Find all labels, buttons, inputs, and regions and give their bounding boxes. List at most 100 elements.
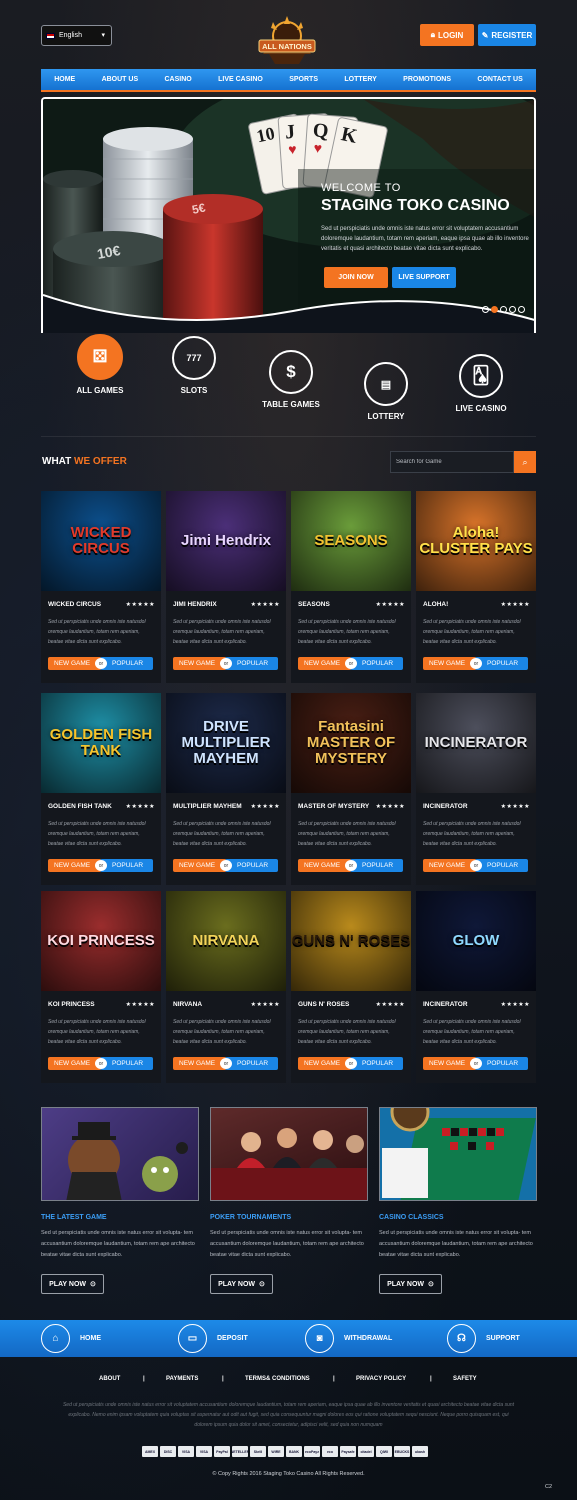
search-input[interactable] — [390, 451, 514, 473]
game-thumbnail[interactable]: GUNS N' ROSES — [291, 891, 411, 991]
quick-deposit[interactable]: ▭ DEPOSIT — [178, 1324, 248, 1353]
site-logo[interactable]: ALL NATIONS — [255, 14, 319, 68]
join-now-button[interactable]: JOIN NOW — [324, 267, 388, 288]
popular-button[interactable]: POPULAR — [350, 1057, 403, 1070]
popular-button[interactable]: POPULAR — [225, 859, 278, 872]
nav-item-casino[interactable]: CASINO — [165, 76, 192, 83]
game-card: Jimi Hendrix JIMI HENDRIX ★★★★★ Sed ut pers… — [166, 491, 286, 683]
game-thumbnail[interactable]: GOLDEN FISH TANK — [41, 693, 161, 793]
or-badge: or — [95, 658, 107, 669]
category-slots[interactable]: 777 SLOTS — [168, 336, 220, 395]
game-thumbnail[interactable]: INCINERATOR — [416, 693, 536, 793]
category-live-casino[interactable]: 🂡 LIVE CASINO — [452, 354, 510, 413]
game-card: WICKED CIRCUS WICKED CIRCUS ★★★★★ Sed ut pe… — [41, 491, 161, 683]
new-game-button[interactable]: NEW GAME — [298, 859, 352, 872]
new-game-button[interactable]: NEW GAME — [48, 657, 102, 670]
popular-button[interactable]: POPULAR — [100, 1057, 153, 1070]
promo-image[interactable] — [41, 1107, 199, 1201]
star-rating: ★★★★★ — [375, 804, 405, 810]
game-thumbnail[interactable]: DRIVE MULTIPLIER MAYHEM — [166, 693, 286, 793]
footer-link-about[interactable]: ABOUT — [99, 1376, 120, 1382]
nav-item-promotions[interactable]: PROMOTIONS — [403, 76, 451, 83]
quick-home[interactable]: ⌂ HOME — [41, 1324, 101, 1353]
category-all-games[interactable]: ⚄ ALL GAMES — [74, 334, 126, 395]
slider-dot[interactable] — [509, 306, 516, 313]
casino-chip-icon: $ — [269, 350, 313, 394]
footer-link-terms[interactable]: TERMS& CONDITIONS — [245, 1376, 310, 1382]
or-badge: or — [220, 860, 232, 871]
login-button[interactable]: 🔒︎ LOGIN — [420, 24, 474, 46]
nav-item-contact-us[interactable]: CONTACT US — [477, 76, 522, 83]
live-support-button[interactable]: LIVE SUPPORT — [392, 267, 456, 288]
game-thumbnail[interactable]: Jimi Hendrix — [166, 491, 286, 591]
register-button[interactable]: ✎ REGISTER — [478, 24, 536, 46]
popular-button[interactable]: POPULAR — [475, 859, 528, 872]
new-game-button[interactable]: NEW GAME — [48, 1057, 102, 1070]
game-card: NIRVANA NIRVANA ★★★★★ Sed ut perspiciatis u… — [166, 891, 286, 1083]
new-game-button[interactable]: NEW GAME — [48, 859, 102, 872]
game-thumbnail[interactable]: GLOW — [416, 891, 536, 991]
promo-image[interactable] — [379, 1107, 537, 1201]
promo-image[interactable] — [210, 1107, 368, 1201]
game-art-title: Fantasini MASTER OF MYSTERY — [306, 718, 396, 767]
category-lottery[interactable]: ▤ LOTTERY — [360, 362, 412, 421]
popular-button[interactable]: POPULAR — [475, 1057, 528, 1070]
quick-withdrawal[interactable]: ◙ WITHDRAWAL — [305, 1324, 392, 1353]
popular-button[interactable]: POPULAR — [350, 859, 403, 872]
star-rating: ★★★★★ — [125, 804, 155, 810]
game-thumbnail[interactable]: KOI PRINCESS — [41, 891, 161, 991]
popular-button[interactable]: POPULAR — [100, 859, 153, 872]
game-card: DRIVE MULTIPLIER MAYHEM MULTIPLIER MAYHEM… — [166, 693, 286, 885]
play-circle-icon: ⊙ — [259, 1281, 265, 1288]
popular-button[interactable]: POPULAR — [225, 657, 278, 670]
play-now-button[interactable]: PLAY NOW ⊙ — [379, 1274, 442, 1294]
new-game-button[interactable]: NEW GAME — [173, 859, 227, 872]
nav-item-home[interactable]: HOME — [54, 76, 75, 83]
slider-dot[interactable] — [482, 306, 489, 313]
slider-dot[interactable] — [491, 306, 498, 313]
footer-link-safety[interactable]: SAFETY — [453, 1376, 477, 1382]
popular-button[interactable]: POPULAR — [475, 657, 528, 670]
game-description: Sed ut perspiciatis unde omnis iste natu… — [173, 1019, 271, 1045]
nav-item-sports[interactable]: SPORTS — [289, 76, 318, 83]
game-search: ⌕ — [390, 451, 536, 473]
game-name: JIMI HENDRIX — [173, 601, 217, 608]
payment-logo: Paysafe — [340, 1446, 356, 1457]
new-game-button[interactable]: NEW GAME — [423, 657, 477, 670]
game-thumbnail[interactable]: WICKED CIRCUS — [41, 491, 161, 591]
footer-link-payments[interactable]: PAYMENTS — [166, 1376, 198, 1382]
new-game-button[interactable]: NEW GAME — [298, 1057, 352, 1070]
slider-dot[interactable] — [500, 306, 507, 313]
search-icon[interactable]: ⌕ — [514, 451, 536, 473]
star-rating: ★★★★★ — [500, 602, 530, 608]
game-art-title: DRIVE MULTIPLIER MAYHEM — [181, 718, 271, 767]
slider-dots — [482, 306, 525, 313]
language-select[interactable]: English ▾ — [41, 25, 112, 46]
new-game-button[interactable]: NEW GAME — [173, 1057, 227, 1070]
game-description: Sed ut perspiciatis unde omnis iste natu… — [173, 821, 271, 847]
payment-logo: citadel — [358, 1446, 374, 1457]
play-now-button[interactable]: PLAY NOW ⊙ — [41, 1274, 104, 1294]
quick-support[interactable]: ☊ SUPPORT — [447, 1324, 520, 1353]
game-thumbnail[interactable]: NIRVANA — [166, 891, 286, 991]
popular-button[interactable]: POPULAR — [225, 1057, 278, 1070]
slider-dot[interactable] — [518, 306, 525, 313]
game-thumbnail[interactable]: SEASONS — [291, 491, 411, 591]
play-now-button[interactable]: PLAY NOW ⊙ — [210, 1274, 273, 1294]
payment-logo: VISA — [178, 1446, 194, 1457]
popular-button[interactable]: POPULAR — [350, 657, 403, 670]
game-art-title: INCINERATOR — [424, 734, 528, 751]
category-table-games[interactable]: $ TABLE GAMES — [258, 350, 324, 409]
popular-button[interactable]: POPULAR — [100, 657, 153, 670]
play-now-label: PLAY NOW — [49, 1280, 87, 1288]
game-thumbnail[interactable]: Fantasini MASTER OF MYSTERY — [291, 693, 411, 793]
nav-item-live-casino[interactable]: LIVE CASINO — [218, 76, 263, 83]
new-game-button[interactable]: NEW GAME — [423, 1057, 477, 1070]
new-game-button[interactable]: NEW GAME — [173, 657, 227, 670]
new-game-button[interactable]: NEW GAME — [423, 859, 477, 872]
new-game-button[interactable]: NEW GAME — [298, 657, 352, 670]
nav-item-lottery[interactable]: LOTTERY — [344, 76, 376, 83]
footer-link-privacy[interactable]: PRIVACY POLICY — [356, 1376, 406, 1382]
nav-item-about-us[interactable]: ABOUT US — [102, 76, 139, 83]
game-thumbnail[interactable]: Aloha! CLUSTER PAYS — [416, 491, 536, 591]
